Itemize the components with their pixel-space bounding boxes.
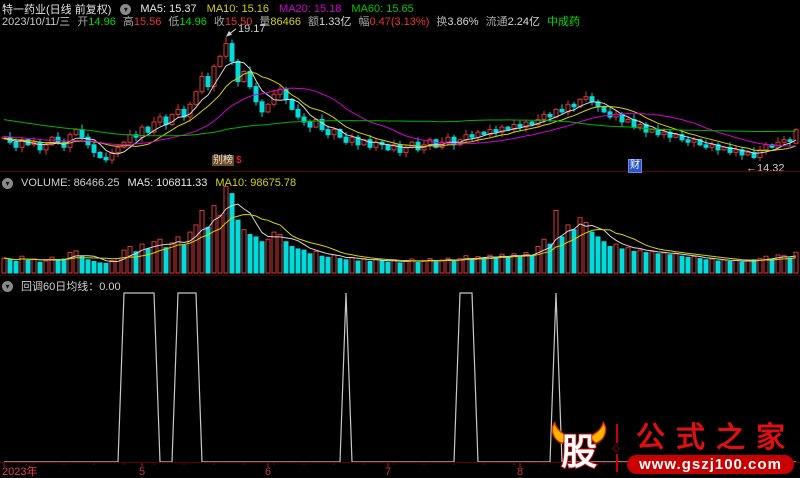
collapse-icon[interactable]: ▾ bbox=[2, 177, 13, 189]
volume-legend: ▾ VOLUME: 86466.25 MA5: 106811.33 MA10: 98… bbox=[2, 177, 296, 189]
watermark: 股 ◇ 公式之家 www.gszj100.com bbox=[549, 419, 796, 477]
svg-text:6: 6 bbox=[265, 466, 271, 478]
stock-app-window: 特一药业(日线 前复权) ▾ MA5: 15.37 MA10: 15.16 MA20… bbox=[0, 0, 800, 478]
svg-text:5: 5 bbox=[139, 466, 145, 478]
logo-character: 股 bbox=[561, 432, 597, 472]
watermark-site-name: 公式之家 bbox=[635, 421, 796, 454]
svg-text:←14.32: ←14.32 bbox=[746, 162, 785, 171]
indicator-label: 回调60日均线：0.00 bbox=[21, 281, 121, 293]
watermark-site-url: www.gszj100.com bbox=[627, 454, 794, 474]
bull-stock-logo-icon: 股 bbox=[551, 421, 607, 473]
svg-text:2023年: 2023年 bbox=[2, 464, 37, 478]
collapse-icon[interactable]: ▾ bbox=[2, 280, 13, 292]
candlestick-chart[interactable]: 19.17 ←14.32 bbox=[0, 20, 800, 171]
svg-text:7: 7 bbox=[385, 466, 391, 478]
volume-chart[interactable] bbox=[0, 176, 800, 274]
panel-separator bbox=[0, 275, 800, 276]
volume-legend-item: MA5: 106811.33 bbox=[127, 177, 208, 189]
dollar-icon: $ bbox=[236, 155, 242, 166]
volume-legend-items: VOLUME: 86466.25 MA5: 106811.33 MA10: 9867… bbox=[21, 177, 296, 189]
volume-legend-item: MA10: 98675.78 bbox=[215, 177, 297, 189]
event-marker[interactable]: 别榜 $ bbox=[212, 155, 242, 166]
svg-text:19.17: 19.17 bbox=[238, 23, 266, 35]
volume-legend-item: VOLUME: 86466.25 bbox=[21, 177, 120, 189]
diamond-icon: ◇ bbox=[611, 443, 620, 454]
indicator-legend: ▾ 回调60日均线：0.00 bbox=[2, 278, 121, 294]
panel-separator bbox=[0, 171, 800, 172]
event-marker-label: 别榜 bbox=[212, 155, 234, 166]
svg-text:8: 8 bbox=[517, 466, 523, 478]
finance-report-marker[interactable]: 财 bbox=[628, 159, 642, 173]
watermark-divider: ◇ bbox=[611, 424, 620, 472]
